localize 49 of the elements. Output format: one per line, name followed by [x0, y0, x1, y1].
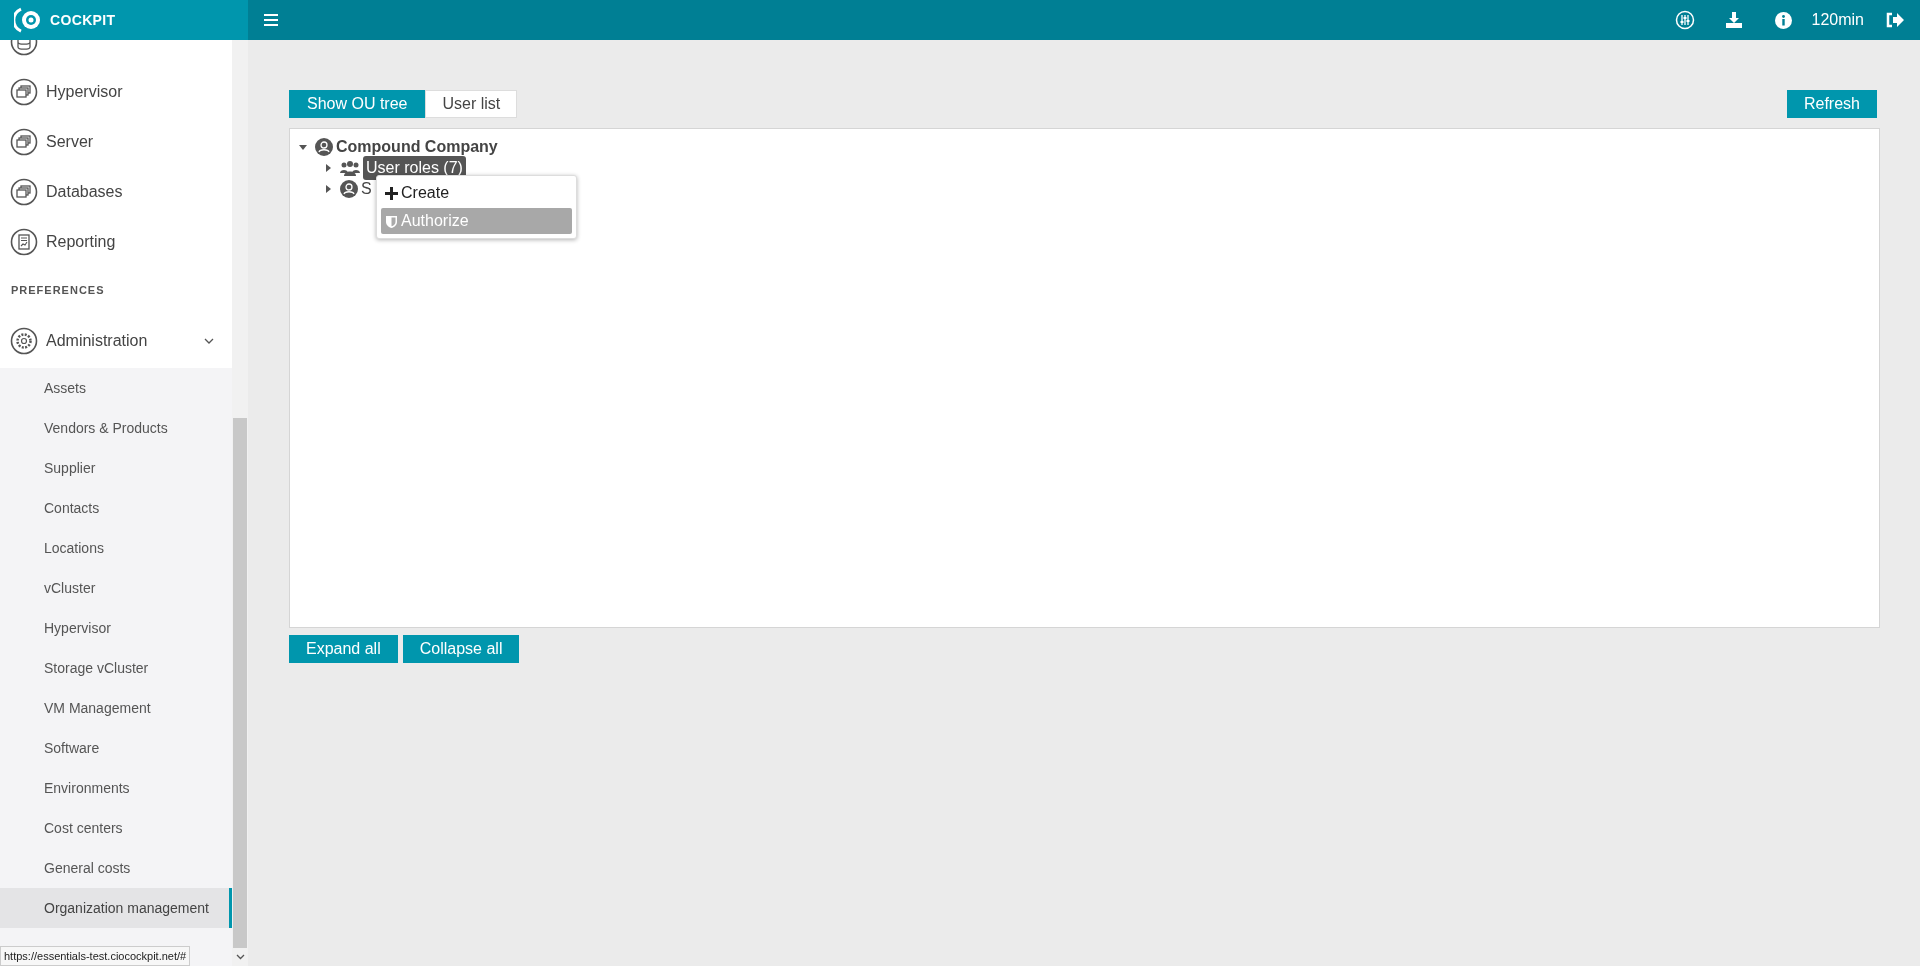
scrollbar[interactable] — [232, 40, 248, 966]
sidebar-item[interactable]: Administration — [46, 328, 204, 353]
submenu-item[interactable]: VM Management — [0, 688, 232, 728]
submenu-item[interactable]: Assets — [0, 368, 232, 408]
menu-icon[interactable] — [264, 14, 278, 26]
scrollbar-thumb[interactable] — [233, 418, 247, 948]
report-icon — [10, 228, 38, 256]
download-icon[interactable] — [1724, 11, 1743, 29]
tab[interactable]: User list — [425, 90, 518, 118]
sidebar-item[interactable]: Hypervisor — [46, 80, 123, 104]
tree-action-button[interactable]: Collapse all — [402, 635, 520, 663]
logout-icon[interactable] — [1886, 12, 1904, 28]
plus-icon — [385, 186, 398, 200]
submenu-item[interactable]: Organization management — [0, 888, 232, 928]
stacked-windows-icon — [10, 128, 38, 156]
users-icon — [340, 158, 360, 177]
person-circle-icon — [340, 179, 358, 198]
submenu-item[interactable]: Storage vCluster — [0, 648, 232, 688]
submenu-item[interactable]: Supplier — [0, 448, 232, 488]
shield-icon — [385, 214, 398, 228]
gear-icon — [10, 326, 38, 355]
caret-right-icon[interactable] — [323, 162, 333, 173]
submenu-item[interactable]: vCluster — [0, 568, 232, 608]
refresh-button[interactable]: Refresh — [1786, 90, 1877, 118]
submenu-item[interactable]: Cost centers — [0, 808, 232, 848]
submenu-item[interactable]: General costs — [0, 848, 232, 888]
caret-right-icon[interactable] — [323, 183, 333, 194]
submenu-item[interactable]: Contacts — [0, 488, 232, 528]
section-heading: PREFERENCES — [10, 282, 106, 298]
submenu-item[interactable]: Vendors & Products — [0, 408, 232, 448]
sidebar-item[interactable]: Server — [46, 130, 94, 154]
submenu-item[interactable]: Locations — [0, 528, 232, 568]
sidebar-item[interactable]: Reporting — [46, 230, 116, 254]
stacked-windows-icon — [10, 178, 38, 206]
status-url: https://essentials-test.ciocockpit.net/# — [0, 945, 191, 966]
stacked-windows-icon — [10, 78, 38, 106]
logo-text: COCKPIT — [50, 10, 116, 30]
submenu-item[interactable]: Hypervisor — [0, 608, 232, 648]
chevron-down-icon[interactable] — [235, 954, 245, 960]
tree-action-button[interactable]: Expand all — [289, 635, 398, 663]
submenu-item[interactable]: Software — [0, 728, 232, 768]
sliders-icon[interactable] — [1674, 10, 1695, 30]
menu-item[interactable]: Create — [381, 180, 572, 206]
info-icon[interactable] — [1774, 11, 1792, 29]
person-circle-icon — [315, 137, 333, 156]
tab[interactable]: Show OU tree — [289, 90, 426, 118]
session-timer: 120min — [1811, 10, 1864, 30]
submenu-item[interactable]: Environments — [0, 768, 232, 808]
sidebar-item[interactable]: Databases — [46, 180, 123, 204]
